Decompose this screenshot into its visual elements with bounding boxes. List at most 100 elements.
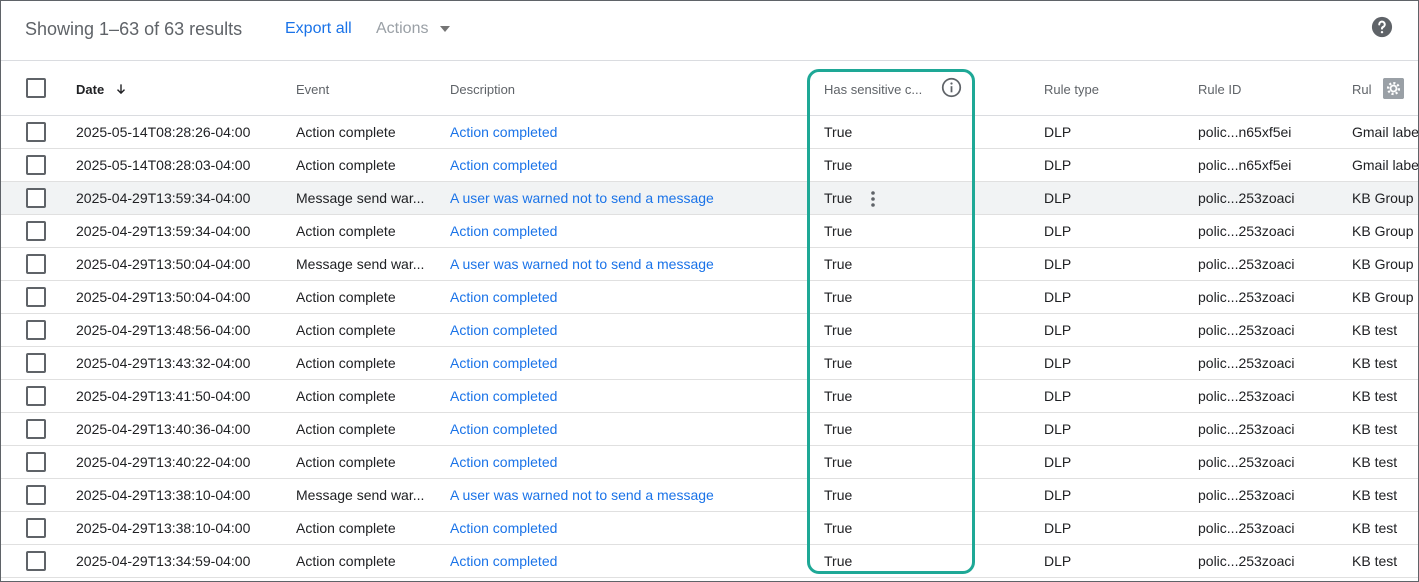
select-all-checkbox[interactable]	[26, 78, 46, 98]
cell-sensitive: True	[824, 421, 853, 437]
toolbar: Showing 1–63 of 63 results Export all Ac…	[1, 1, 1418, 61]
cell-rule-id: polic...253zoaci	[1198, 190, 1295, 206]
row-checkbox[interactable]	[26, 551, 46, 571]
row-checkbox[interactable]	[26, 155, 46, 175]
table-row[interactable]: 2025-04-29T13:40:22-04:00 Action complete…	[1, 446, 1418, 479]
column-header-rule-type[interactable]: Rule type	[1044, 82, 1099, 97]
table-row[interactable]: 2025-04-29T13:59:34-04:00 Action complete…	[1, 215, 1418, 248]
cell-description[interactable]: Action completed	[450, 157, 557, 173]
cell-description[interactable]: Action completed	[450, 553, 557, 569]
row-checkbox[interactable]	[26, 254, 46, 274]
table-row[interactable]: 2025-04-29T13:41:50-04:00 Action complete…	[1, 380, 1418, 413]
cell-rule-type: DLP	[1044, 289, 1072, 305]
cell-description[interactable]: A user was warned not to send a message	[450, 487, 714, 503]
row-checkbox[interactable]	[26, 353, 46, 373]
cell-event: Action complete	[296, 322, 396, 338]
cell-rule-type: DLP	[1044, 487, 1072, 503]
cell-sensitive: True	[824, 289, 853, 305]
row-checkbox[interactable]	[26, 320, 46, 340]
column-header-sensitive[interactable]: Has sensitive c...	[824, 82, 922, 97]
table-header: Date Event Description Has sensitive c..…	[1, 62, 1418, 116]
cell-date: 2025-04-29T13:40:36-04:00	[76, 421, 251, 437]
table-row[interactable]: 2025-05-14T08:28:03-04:00 Action complete…	[1, 149, 1418, 182]
cell-date: 2025-05-14T08:28:26-04:00	[76, 124, 251, 140]
cell-rule-type: DLP	[1044, 553, 1072, 569]
cell-rule-type: DLP	[1044, 157, 1072, 173]
table-row[interactable]: 2025-04-29T13:38:10-04:00 Action complete…	[1, 512, 1418, 545]
column-header-date[interactable]: Date	[76, 82, 128, 97]
column-header-description[interactable]: Description	[450, 82, 515, 97]
export-all-button[interactable]: Export all	[285, 20, 352, 38]
row-checkbox[interactable]	[26, 452, 46, 472]
cell-description[interactable]: Action completed	[450, 223, 557, 239]
cell-event: Action complete	[296, 289, 396, 305]
cell-sensitive: True	[824, 553, 853, 569]
cell-rule: KB test	[1352, 421, 1398, 437]
table-row[interactable]: 2025-04-29T13:43:32-04:00 Action complete…	[1, 347, 1418, 380]
cell-date: 2025-04-29T13:48:56-04:00	[76, 322, 251, 338]
cell-sensitive: True	[824, 487, 853, 503]
actions-dropdown[interactable]: Actions	[376, 20, 451, 38]
cell-description[interactable]: Action completed	[450, 289, 557, 305]
table-row[interactable]: 2025-04-29T13:59:34-04:00 Message send wa…	[1, 182, 1418, 215]
cell-rule-type: DLP	[1044, 421, 1072, 437]
cell-date: 2025-04-29T13:41:50-04:00	[76, 388, 251, 404]
cell-rule-id: polic...253zoaci	[1198, 223, 1295, 239]
cell-description[interactable]: A user was warned not to send a message	[450, 190, 714, 206]
cell-rule: KB test	[1352, 388, 1398, 404]
results-count: Showing 1–63 of 63 results	[25, 19, 243, 39]
info-icon[interactable]	[941, 77, 962, 98]
cell-date: 2025-04-29T13:40:22-04:00	[76, 454, 251, 470]
row-checkbox[interactable]	[26, 518, 46, 538]
cell-sensitive: True	[824, 322, 853, 338]
cell-event: Action complete	[296, 421, 396, 437]
cell-description[interactable]: Action completed	[450, 520, 557, 536]
cell-description[interactable]: A user was warned not to send a message	[450, 256, 714, 272]
cell-event: Message send war...	[296, 190, 425, 206]
cell-rule-id: polic...253zoaci	[1198, 553, 1295, 569]
cell-rule-type: DLP	[1044, 190, 1072, 206]
row-checkbox[interactable]	[26, 188, 46, 208]
column-header-rule[interactable]: Rul	[1352, 82, 1372, 97]
row-checkbox[interactable]	[26, 287, 46, 307]
cell-sensitive: True	[824, 124, 853, 140]
table-row[interactable]: 2025-04-29T13:34:59-04:00 Action complete…	[1, 545, 1418, 578]
table-row[interactable]: 2025-04-29T13:48:56-04:00 Action complete…	[1, 314, 1418, 347]
cell-date: 2025-04-29T13:34:59-04:00	[76, 553, 251, 569]
cell-description[interactable]: Action completed	[450, 388, 557, 404]
column-header-event[interactable]: Event	[296, 82, 329, 97]
cell-description[interactable]: Action completed	[450, 124, 557, 140]
cell-rule-id: polic...253zoaci	[1198, 322, 1295, 338]
cell-date: 2025-04-29T13:59:34-04:00	[76, 190, 251, 206]
cell-rule-type: DLP	[1044, 388, 1072, 404]
column-header-rule-id[interactable]: Rule ID	[1198, 82, 1241, 97]
row-checkbox[interactable]	[26, 485, 46, 505]
cell-rule: KB Group E	[1352, 190, 1418, 206]
help-icon[interactable]	[1371, 16, 1393, 38]
table-row[interactable]: 2025-04-29T13:40:36-04:00 Action complete…	[1, 413, 1418, 446]
cell-description[interactable]: Action completed	[450, 454, 557, 470]
table-row[interactable]: 2025-04-29T13:50:04-04:00 Message send wa…	[1, 248, 1418, 281]
cell-description[interactable]: Action completed	[450, 322, 557, 338]
cell-description[interactable]: Action completed	[450, 355, 557, 371]
cell-rule-type: DLP	[1044, 355, 1072, 371]
cell-rule: KB test	[1352, 322, 1398, 338]
row-checkbox[interactable]	[26, 419, 46, 439]
cell-rule-id: polic...253zoaci	[1198, 520, 1295, 536]
row-checkbox[interactable]	[26, 122, 46, 142]
cell-event: Action complete	[296, 355, 396, 371]
table-row[interactable]: 2025-04-29T13:50:04-04:00 Action complete…	[1, 281, 1418, 314]
table-row[interactable]: 2025-05-14T08:28:26-04:00 Action complete…	[1, 116, 1418, 149]
cell-event: Message send war...	[296, 487, 425, 503]
cell-sensitive: True	[824, 256, 853, 272]
cell-sensitive: True	[824, 454, 853, 470]
row-checkbox[interactable]	[26, 386, 46, 406]
cell-rule: KB test	[1352, 487, 1398, 503]
gear-icon[interactable]	[1383, 78, 1404, 99]
more-vert-icon[interactable]	[867, 190, 879, 208]
cell-description[interactable]: Action completed	[450, 421, 557, 437]
row-checkbox[interactable]	[26, 221, 46, 241]
cell-sensitive: True	[824, 388, 853, 404]
cell-rule: KB test	[1352, 454, 1398, 470]
table-row[interactable]: 2025-04-29T13:38:10-04:00 Message send wa…	[1, 479, 1418, 512]
